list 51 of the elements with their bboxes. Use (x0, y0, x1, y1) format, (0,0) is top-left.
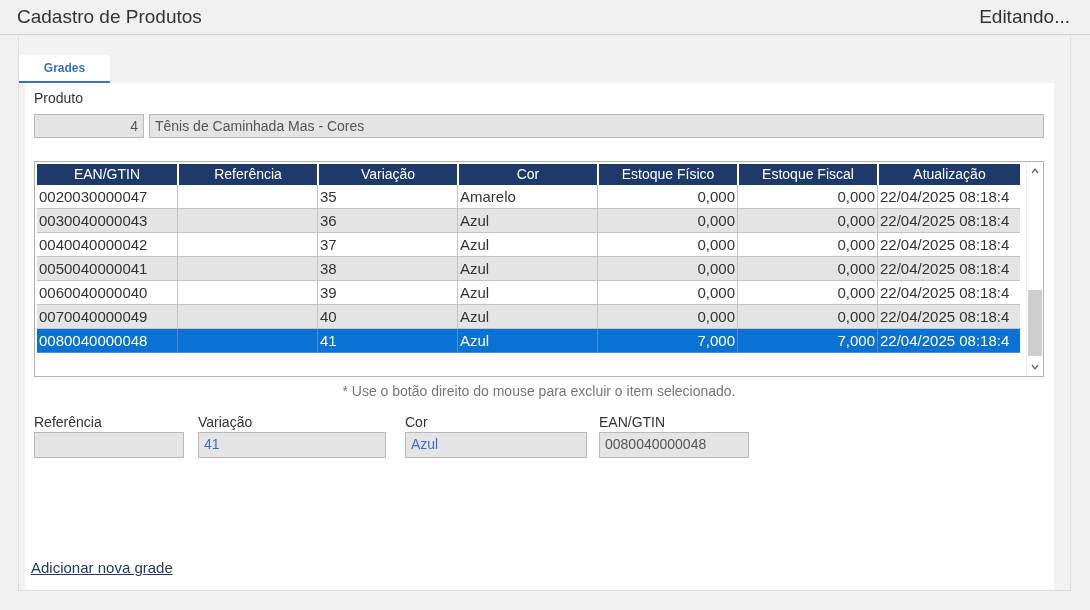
scrollbar[interactable] (1026, 162, 1043, 376)
table-cell: 0,000 (597, 209, 737, 233)
column-header[interactable]: EAN/GTIN (37, 164, 177, 185)
scroll-thumb[interactable] (1028, 290, 1042, 356)
hint-text: * Use o botão direito do mouse para excluir o item selecionado. (341, 383, 737, 399)
status-text: Editando... (979, 6, 1070, 28)
table-cell: 0070040000049 (37, 305, 177, 329)
product-code-field[interactable]: 4 (34, 114, 144, 138)
table-cell: 22/04/2025 08:18:4 (877, 329, 1020, 353)
window-title: Cadastro de Produtos (17, 6, 202, 28)
table-cell: 0,000 (737, 257, 877, 281)
table-cell: Azul (457, 257, 597, 281)
scroll-up-icon[interactable] (1030, 166, 1040, 176)
field-label: Cor (405, 414, 429, 430)
field-label: Variação (198, 414, 254, 430)
table-cell: 0030040000043 (37, 209, 177, 233)
field-label: Produto (34, 90, 85, 106)
scroll-down-icon[interactable] (1030, 362, 1040, 372)
product-name-field[interactable]: Tênis de Caminhada Mas - Cores (149, 114, 1044, 138)
table-cell: 0080040000048 (37, 329, 177, 353)
table-cell: 40 (317, 305, 457, 329)
input-field[interactable] (34, 432, 184, 458)
input-field[interactable]: 0080040000048 (599, 432, 749, 458)
column-header[interactable]: Referência (177, 164, 317, 185)
table-cell: 41 (317, 329, 457, 353)
table-cell: 0,000 (737, 209, 877, 233)
column-header[interactable]: Cor (457, 164, 597, 185)
add-grade-link[interactable]: Adicionar nova grade (31, 559, 173, 576)
field-label: Referência (34, 414, 103, 430)
input-field[interactable]: Azul (405, 432, 587, 458)
table-cell: 22/04/2025 08:18:4 (877, 305, 1020, 329)
column-header[interactable]: Atualização (877, 164, 1020, 185)
table-cell: 22/04/2025 08:18:4 (877, 209, 1020, 233)
column-header[interactable]: Variação (317, 164, 457, 185)
column-header[interactable]: Estoque Fiscal (737, 164, 877, 185)
table-cell: 36 (317, 209, 457, 233)
table-cell: 0,000 (737, 305, 877, 329)
table-cell: 0,000 (597, 257, 737, 281)
table-cell: 38 (317, 257, 457, 281)
table-cell: 0,000 (597, 305, 737, 329)
input-field[interactable]: 41 (198, 432, 386, 458)
column-header[interactable]: Estoque Físico (597, 164, 737, 185)
table-cell: 7,000 (597, 329, 737, 353)
field-label: EAN/GTIN (599, 414, 667, 430)
table-cell: 7,000 (737, 329, 877, 353)
table-cell: Azul (457, 305, 597, 329)
table-cell: 22/04/2025 08:18:4 (877, 257, 1020, 281)
table-cell: 0050040000041 (37, 257, 177, 281)
table-cell: Azul (457, 209, 597, 233)
table-cell: Azul (457, 329, 597, 353)
tab[interactable]: Grades (19, 55, 110, 83)
